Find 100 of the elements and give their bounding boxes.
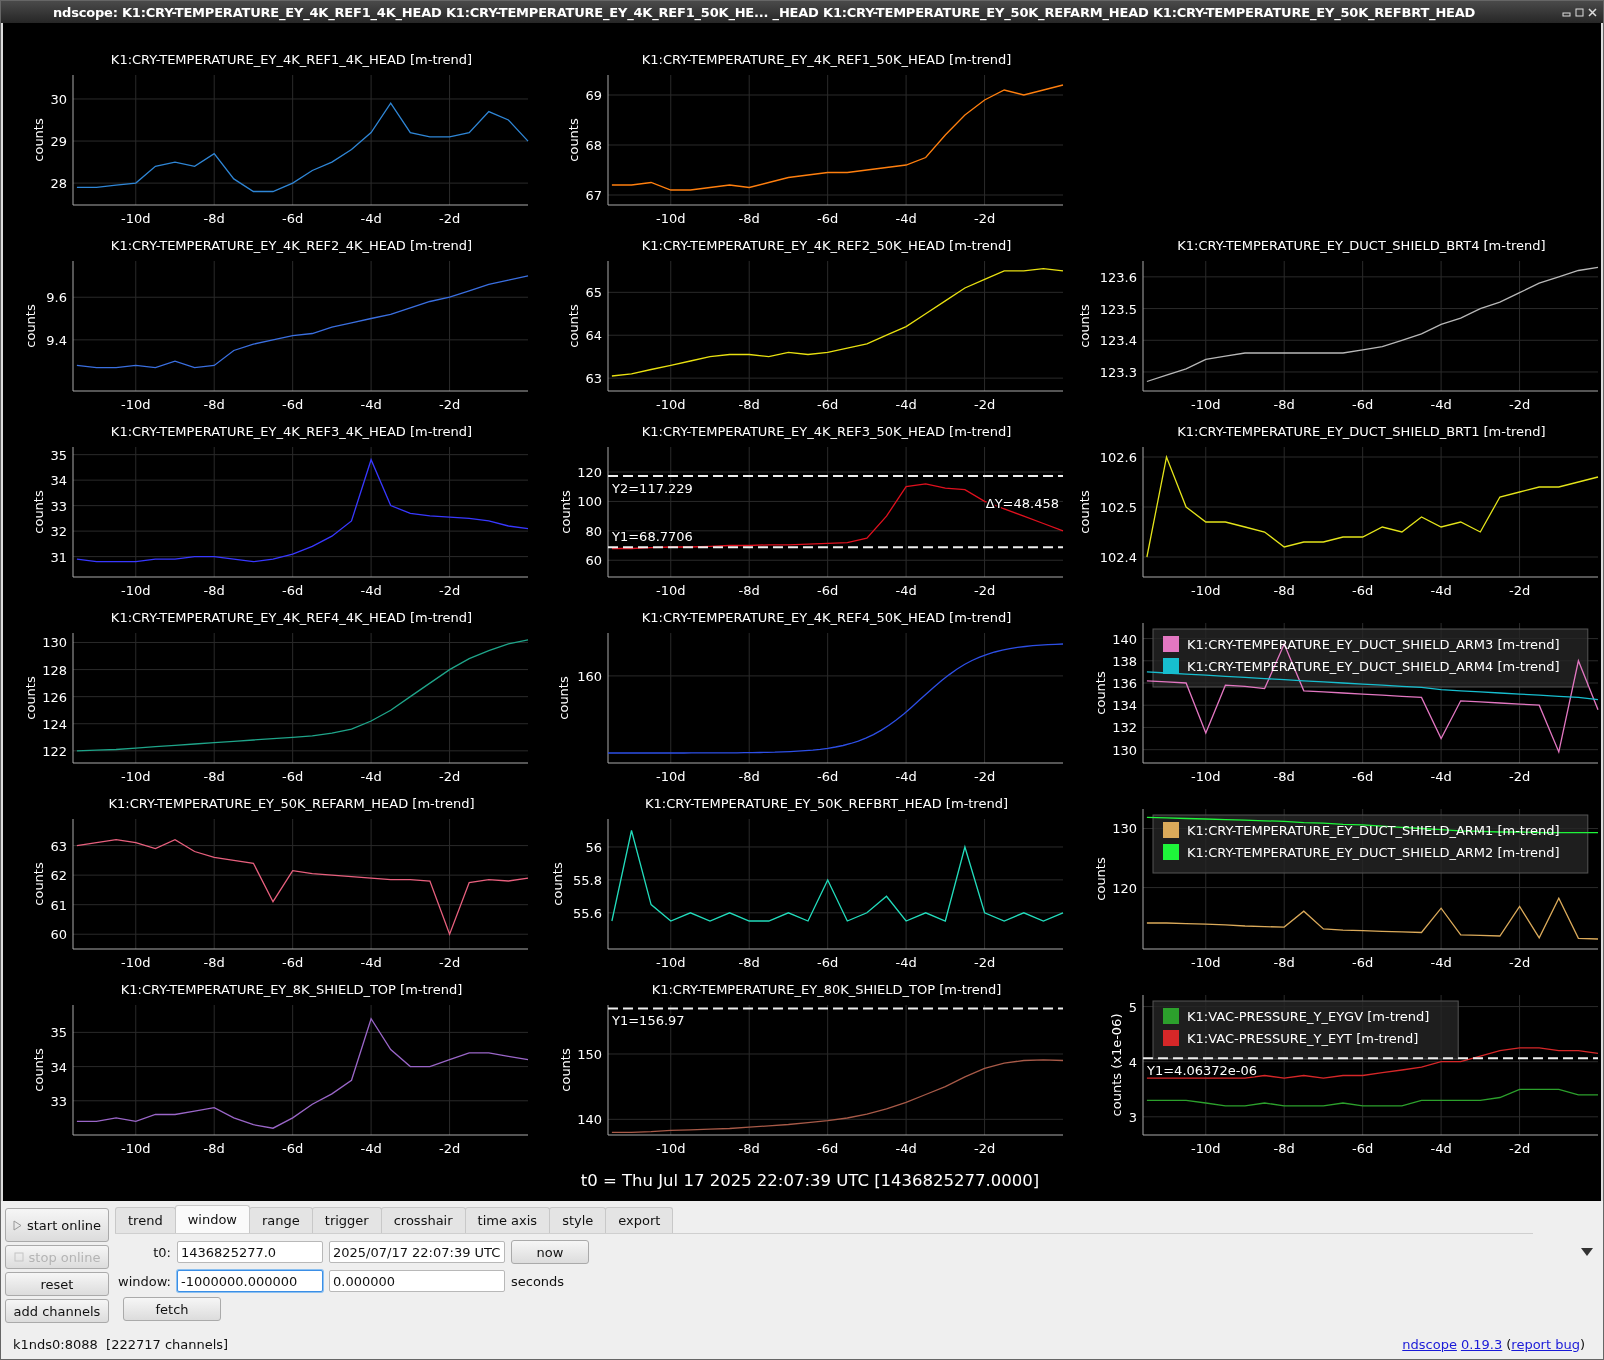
tick-label: -2d [1508,583,1531,598]
tick-label: -6d [817,1141,839,1156]
tab[interactable]: trend [115,1207,176,1233]
tick-label: -10d [121,1141,151,1156]
axis-label: counts [556,676,571,720]
tick-label: 160 [577,668,602,684]
tab[interactable]: time axis [464,1207,551,1233]
tick-label: -8d [203,397,225,412]
input-field[interactable]: 2025/07/17 22:07:39 UTC [329,1241,505,1263]
tick-label: -6d [817,211,839,226]
axis-label: counts [566,304,581,348]
tick-label: -8d [203,583,225,598]
tick-label: -2d [973,769,996,784]
tick-label: -8d [738,769,760,784]
tick-label: -4d [1430,769,1452,784]
tick-label: 100 [577,494,602,510]
tick-label: 55.8 [573,872,602,888]
tick-label: 67 [585,188,602,203]
side-button[interactable]: add channels [5,1299,109,1323]
ref-line[interactable] [607,1007,1064,1010]
tick-label: 120 [577,465,602,480]
tick-label: -2d [973,397,996,412]
tick-label: -6d [282,397,304,412]
plot-title: K1:CRY-TEMPERATURE_EY_DUCT_SHIELD_BRT1 [m-trend] [1176,423,1547,441]
tick-label: -4d [360,211,382,226]
tick-label: -6d [282,583,304,598]
tick-label: 102.4 [1099,550,1137,565]
tick-label: -6d [1352,583,1374,598]
tick-label: 28 [50,176,67,192]
tick-label: 64 [585,328,602,344]
input-field[interactable]: -1000000.000000 [177,1270,323,1292]
tick-label: -10d [1191,769,1221,784]
tick-label: -2d [438,1141,461,1156]
tick-label: 140 [577,1112,602,1128]
tick-label: 102.5 [1099,500,1137,515]
side-button[interactable]: reset [5,1272,109,1296]
legend-swatch [1163,636,1179,652]
tab[interactable]: trigger [311,1207,382,1233]
tab[interactable]: window [174,1205,250,1233]
tick-label: -2d [438,955,461,970]
tab[interactable]: style [549,1207,607,1233]
tick-label: 124 [42,716,67,732]
tick-label: 34 [50,1059,67,1075]
tick-label: -8d [1273,769,1295,784]
axis-label: counts [1079,490,1092,534]
tick-label: 9.4 [46,332,67,348]
axis-label: counts [23,676,38,720]
ref-line[interactable] [607,546,1064,549]
tick-label: 69 [585,88,602,103]
tick-label: -4d [895,397,917,412]
close-icon[interactable] [1588,7,1597,17]
tick-label: 123.3 [1099,365,1137,380]
input-field[interactable]: 0.000000 [329,1270,505,1292]
tick-label: 4 [1128,1054,1137,1070]
tick-label: 3 [1128,1109,1137,1125]
tab[interactable]: export [605,1207,674,1233]
dropdown-caret-icon[interactable] [1581,1248,1593,1256]
input-field[interactable]: 1436825277.0 [177,1241,323,1263]
axis-label: counts (x1e-06) [1109,1013,1124,1117]
tick-label: -8d [1273,955,1295,970]
plot-title: K1:CRY-TEMPERATURE_EY_DUCT_SHIELD_BRT4 [m-trend] [1176,237,1547,255]
legend-swatch [1163,1008,1179,1024]
tick-label: 128 [42,662,67,678]
tick-label: 134 [1112,698,1137,714]
tab[interactable]: crosshair [380,1207,466,1233]
tick-label: 55.6 [573,905,602,921]
plot-title: K1:CRY-TEMPERATURE_EY_50K_REFBRT_HEAD [m-trend] [644,795,1009,813]
cursor-label: ΔY=48.458 [985,495,1059,511]
tick-label: 132 [1112,720,1137,736]
cursor-label: Y1=156.97 [612,1013,685,1029]
tick-label: 102.6 [1099,450,1137,465]
tick-label: -4d [360,583,382,598]
maximize-icon[interactable] [1575,7,1584,17]
tick-label: -10d [656,1141,686,1156]
fetch-button[interactable]: fetch [123,1297,221,1321]
ref-line[interactable] [607,475,1064,478]
tick-label: -4d [1430,1141,1452,1156]
tick-label: -2d [438,211,461,226]
tick-label: -4d [1430,955,1452,970]
link[interactable]: 0.19.3 [1460,1336,1503,1352]
axis-label: counts [31,1048,46,1092]
tick-label: -6d [817,769,839,784]
ref-line[interactable] [1142,1057,1599,1060]
tick-label: 33 [50,1093,67,1109]
link[interactable]: report bug [1511,1336,1580,1352]
tick-label: -10d [656,955,686,970]
link[interactable]: ndscope [1402,1336,1457,1352]
tick-label: -6d [1352,955,1374,970]
plot-title: K1:CRY-TEMPERATURE_EY_80K_SHIELD_TOP [m-trend] [650,981,1003,999]
tick-label: -2d [438,397,461,412]
side-button[interactable]: start online [5,1208,109,1242]
tab[interactable]: range [249,1207,313,1233]
tick-label: -10d [121,583,151,598]
tick-label: 5 [1128,999,1137,1015]
tick-label: -2d [1508,955,1531,970]
tick-label: -10d [1191,583,1221,598]
tick-label: -8d [738,211,760,226]
now-button[interactable]: now [511,1240,589,1264]
plot-title: K1:CRY-TEMPERATURE_EY_4K_REF3_4K_HEAD [m-trend] [109,423,474,441]
tick-label: -2d [1508,397,1531,412]
